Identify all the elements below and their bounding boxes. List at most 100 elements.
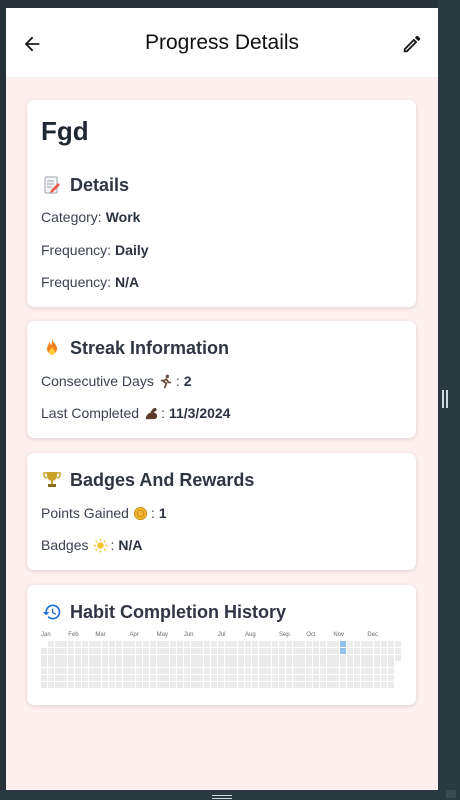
heatmap-cell (47, 668, 54, 675)
heatmap-cell (122, 661, 129, 668)
heatmap-cell (211, 675, 217, 681)
consecutive-days-value: 2 (183, 373, 192, 389)
edit-button[interactable] (398, 30, 426, 58)
heatmap-cell (258, 675, 265, 681)
heatmap-cell (353, 647, 360, 654)
heatmap-cell (136, 661, 143, 668)
heatmap-cell (149, 681, 156, 688)
heatmap-cell (319, 681, 326, 688)
heatmap-cell (47, 681, 54, 688)
heatmap-cell (251, 647, 258, 654)
heatmap-cell (340, 668, 347, 675)
heatmap-cell (238, 661, 245, 668)
bottom-resize-grip[interactable] (212, 795, 232, 799)
heatmap-cell (115, 661, 122, 668)
heatmap-cell (333, 661, 340, 668)
heatmap-cell (75, 661, 81, 668)
heatmap-cell (313, 641, 319, 647)
heatmap-cell (88, 654, 95, 661)
heatmap-cell (95, 641, 102, 647)
heatmap-cell (75, 647, 81, 654)
heatmap-cell (251, 654, 258, 661)
heatmap-cell (109, 654, 115, 661)
heatmap-cell (245, 647, 251, 654)
heatmap-cell (47, 647, 54, 654)
heatmap-cell (292, 675, 299, 681)
heatmap-cell (54, 641, 61, 647)
heatmap-cell (387, 641, 394, 647)
heatmap-cell (272, 647, 279, 654)
sun-icon (92, 537, 108, 553)
heatmap-cell (122, 647, 129, 654)
heatmap-cell (102, 675, 109, 681)
heatmap-cell (313, 675, 319, 681)
heatmap-cell (149, 675, 156, 681)
heatmap-cell (102, 668, 109, 675)
heatmap-cell (340, 675, 347, 681)
heatmap-cell (217, 641, 224, 647)
heatmap-cell (258, 668, 265, 675)
frequency-secondary-label: Frequency: (41, 274, 112, 290)
back-button[interactable] (18, 30, 46, 58)
heatmap-cell (245, 681, 251, 688)
heatmap-cell (41, 647, 47, 654)
corner-resize-grip[interactable] (446, 790, 456, 798)
heatmap-cell (143, 641, 149, 647)
heatmap-cell (387, 654, 394, 661)
heatmap-cell (265, 647, 272, 654)
heatmap-cell (75, 641, 81, 647)
heatmap-cell (299, 654, 306, 661)
heatmap-cell (313, 654, 319, 661)
heatmap-cell (285, 681, 292, 688)
last-completed-label: Last Completed (41, 405, 140, 421)
heatmap-cell (149, 641, 156, 647)
heatmap-cell (190, 675, 197, 681)
heatmap-cell (211, 668, 217, 675)
heatmap-cell (197, 675, 204, 681)
heatmap-cell (54, 681, 61, 688)
heatmap-cell (285, 647, 292, 654)
heatmap-cell (313, 647, 319, 654)
heatmap-cell (326, 641, 333, 647)
heatmap-cell (109, 681, 115, 688)
heatmap-cell (272, 668, 279, 675)
heatmap-month-label: Mar (95, 632, 106, 638)
heatmap-cell (381, 661, 387, 668)
heatmap-cell (163, 681, 170, 688)
heatmap-cell (102, 681, 109, 688)
heatmap-cell (265, 681, 272, 688)
heatmap-cell (197, 654, 204, 661)
heatmap-cell (143, 681, 149, 688)
heatmap-cell (68, 661, 75, 668)
heatmap-cell (319, 668, 326, 675)
heatmap-cell (95, 661, 102, 668)
heatmap-cell (61, 641, 68, 647)
heatmap-cell (258, 647, 265, 654)
heatmap-month-label: Oct (306, 632, 316, 638)
heatmap-cell (41, 661, 47, 668)
trophy-icon (41, 469, 63, 491)
heatmap-cell (299, 668, 306, 675)
heatmap-cell (170, 654, 177, 661)
heatmap-cell (245, 641, 251, 647)
heatmap-cell (224, 681, 231, 688)
frequency-secondary-value: N/A (115, 274, 140, 290)
heatmap-cell (353, 641, 360, 647)
heatmap-cell (204, 641, 211, 647)
heatmap-cell (224, 675, 231, 681)
heatmap-cell (143, 647, 149, 654)
heatmap-cell (109, 668, 115, 675)
resize-handle[interactable] (442, 390, 448, 408)
heatmap-cell (265, 675, 272, 681)
heatmap-cell (163, 647, 170, 654)
heatmap-cell (95, 647, 102, 654)
heatmap-cell (88, 668, 95, 675)
heatmap-cell (306, 641, 313, 647)
heatmap-cell (163, 641, 170, 647)
heatmap-cell (156, 647, 163, 654)
heatmap-cell (163, 654, 170, 661)
heatmap-cell (183, 668, 190, 675)
heatmap-cell (136, 641, 143, 647)
heatmap-cell (102, 654, 109, 661)
heatmap-cell (231, 654, 238, 661)
